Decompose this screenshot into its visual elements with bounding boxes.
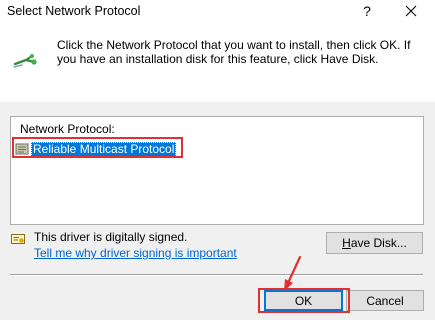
instructions-text: Click the Network Protocol that you want… <box>57 38 411 66</box>
close-button[interactable] <box>402 1 420 21</box>
have-disk-accesskey: H <box>342 236 351 250</box>
driver-signing-link[interactable]: Tell me why driver signing is important <box>34 246 237 260</box>
cancel-button[interactable]: Cancel <box>346 290 424 311</box>
driver-signed-status: This driver is digitally signed. <box>34 230 188 244</box>
annotation-highlight-ok <box>258 288 350 313</box>
close-icon <box>405 5 417 17</box>
separator <box>10 274 423 276</box>
help-button[interactable]: ? <box>359 2 375 20</box>
protocol-list-label: Network Protocol: <box>20 122 115 136</box>
window-title: Select Network Protocol <box>7 4 141 18</box>
have-disk-label: ave Disk... <box>350 236 407 250</box>
protocol-list[interactable]: Network Protocol: Reliable Multicast Pro… <box>10 116 424 225</box>
have-disk-button[interactable]: Have Disk... <box>326 232 423 254</box>
network-protocol-icon <box>13 54 37 68</box>
annotation-arrow-icon <box>284 255 302 291</box>
title-bar[interactable]: Select Network Protocol ? <box>0 0 435 24</box>
certificate-icon <box>11 234 25 244</box>
annotation-highlight-protocol <box>12 137 183 158</box>
